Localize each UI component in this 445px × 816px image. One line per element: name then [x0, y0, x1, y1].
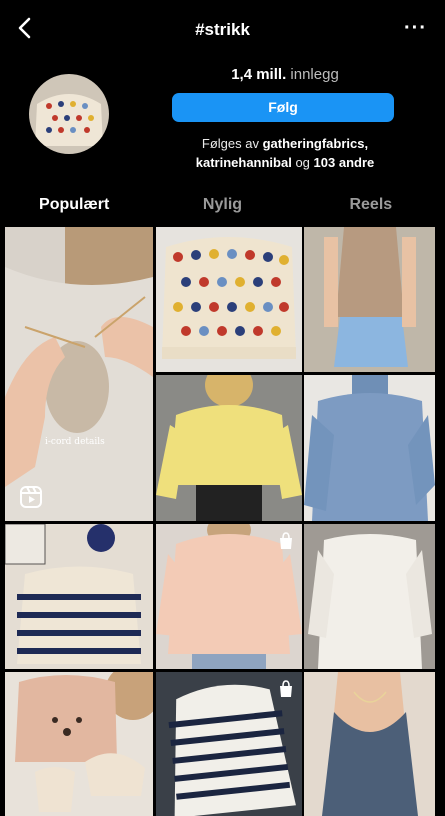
shopping-bag-icon [278, 680, 294, 698]
post-thumbnail[interactable] [156, 227, 302, 372]
followed-by-text[interactable]: Følges av gatheringfabrics, katrinehanni… [160, 134, 410, 172]
tab-reels[interactable]: Reels [297, 186, 445, 226]
post-thumbnail[interactable] [304, 227, 435, 372]
post-count: 1,4 mill. innlegg [170, 66, 400, 83]
hashtag-header: 1,4 mill. innlegg Følg Følges av gatheri… [0, 56, 445, 186]
top-bar: #strikk ··· [0, 0, 445, 56]
post-thumbnail[interactable] [156, 375, 302, 521]
shopping-bag-icon [278, 532, 294, 550]
post-thumbnail[interactable] [156, 524, 302, 669]
post-thumbnail[interactable] [5, 524, 153, 669]
followed-and: og [295, 155, 310, 170]
tab-recent[interactable]: Nylig [148, 186, 296, 226]
reel-thumbnail[interactable]: i-cord details [5, 227, 153, 521]
followed-prefix: Følges av [201, 136, 259, 151]
more-horizontal-icon[interactable]: ··· [404, 18, 427, 38]
reel-caption: i-cord details [45, 437, 105, 447]
post-thumbnail[interactable] [5, 672, 153, 816]
post-count-value: 1,4 mill. [231, 66, 287, 83]
follow-button[interactable]: Følg [172, 93, 394, 122]
feed-tabs: Populært Nylig Reels [0, 186, 445, 226]
hashtag-title: #strikk [195, 20, 250, 39]
post-count-unit: innlegg [290, 66, 339, 83]
post-thumbnail[interactable] [304, 524, 435, 669]
tab-popular[interactable]: Populært [0, 186, 148, 226]
post-thumbnail[interactable] [304, 672, 435, 816]
followed-user-2[interactable]: katrinehannibal [196, 155, 292, 170]
post-grid: i-cord details [5, 227, 435, 816]
reels-icon [19, 485, 43, 509]
followed-user-1[interactable]: gatheringfabrics, [263, 136, 368, 151]
hashtag-avatar [29, 74, 109, 154]
post-thumbnail[interactable] [156, 672, 302, 816]
followed-others[interactable]: 103 andre [314, 155, 375, 170]
post-thumbnail[interactable] [304, 375, 435, 521]
